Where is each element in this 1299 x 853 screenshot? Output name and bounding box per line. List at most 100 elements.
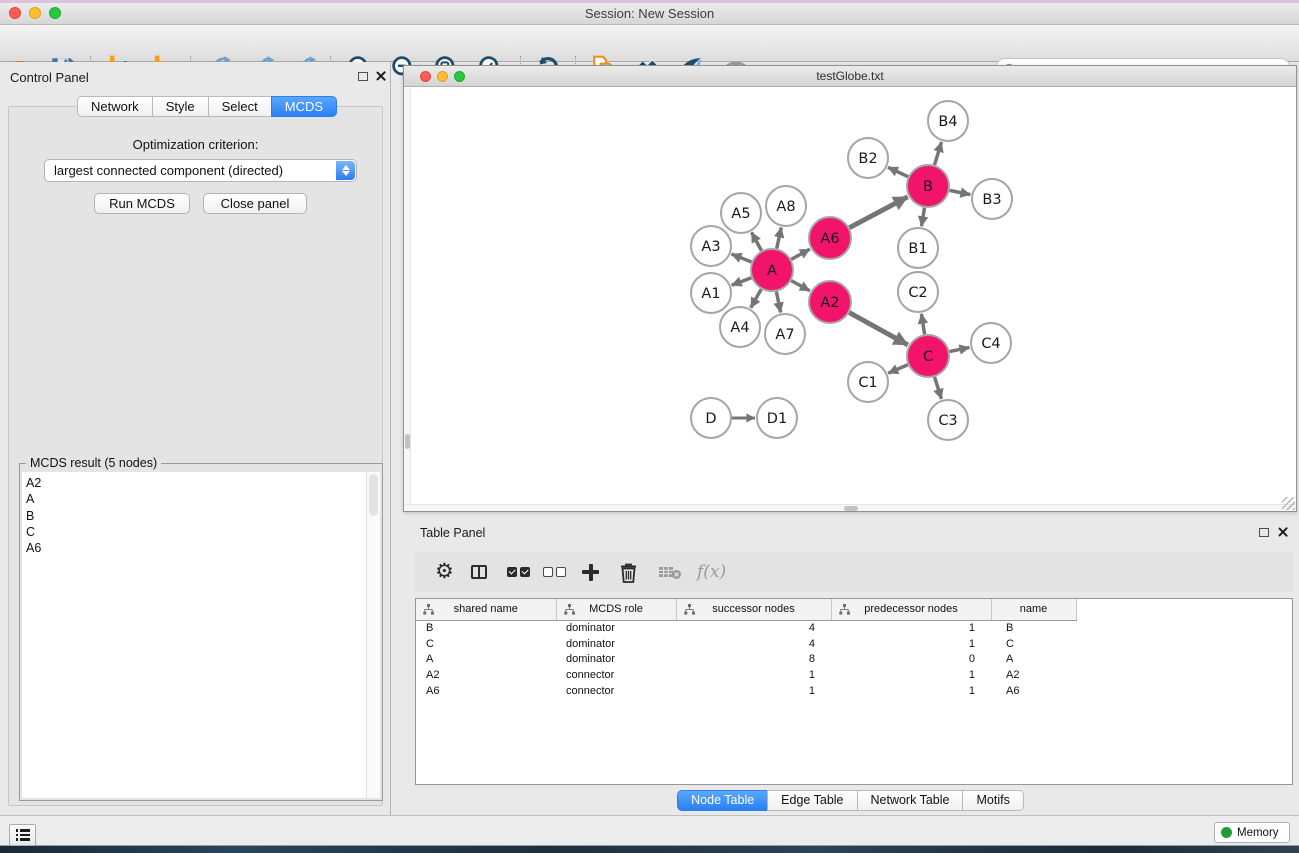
tab-node-table[interactable]: Node Table (677, 790, 768, 811)
column-header-mcds-role[interactable]: MCDS role (556, 599, 676, 620)
cell-name[interactable]: A6 (991, 683, 1076, 699)
cell-name[interactable]: A (991, 652, 1076, 668)
mcds-result-list[interactable]: A2ABCA6 (22, 472, 366, 798)
cell-predecessor-nodes[interactable]: 1 (831, 683, 991, 699)
result-scrollbar[interactable] (366, 472, 380, 798)
edge-A2-C[interactable] (849, 313, 908, 345)
cell-shared-name[interactable]: B (416, 620, 556, 636)
show-column-icon[interactable] (471, 560, 487, 584)
edge-B-B1[interactable] (922, 208, 925, 227)
close-window-button[interactable] (9, 7, 21, 19)
table-row[interactable]: A2connector11A2 (416, 667, 1293, 683)
network-view-window[interactable]: testGlobe.txt B4B2BB3A5A8A6A3B1AA1C2A2A4… (403, 65, 1297, 512)
edge-C-C1[interactable] (888, 365, 908, 374)
result-item[interactable]: A6 (26, 540, 366, 556)
minimize-window-button[interactable] (29, 7, 41, 19)
cell-name[interactable]: A2 (991, 667, 1076, 683)
result-item[interactable]: A (26, 491, 366, 507)
tab-style[interactable]: Style (152, 96, 209, 117)
table-row[interactable]: Bdominator41B (416, 620, 1293, 636)
edge-C-C3[interactable] (935, 377, 942, 399)
column-header-predecessor-nodes[interactable]: predecessor nodes (831, 599, 991, 620)
result-item[interactable]: A2 (26, 475, 366, 491)
result-item[interactable]: C (26, 524, 366, 540)
edge-C-C4[interactable] (950, 347, 970, 351)
table-header-row[interactable]: shared nameMCDS rolesuccessor nodesprede… (416, 599, 1293, 620)
scrollbar-thumb[interactable] (369, 474, 378, 516)
attribute-table[interactable]: shared nameMCDS rolesuccessor nodesprede… (416, 599, 1293, 699)
cell-successor-nodes[interactable]: 4 (676, 636, 831, 652)
edge-A-A2[interactable] (791, 281, 810, 291)
edge-C-C2[interactable] (921, 314, 924, 335)
cell-mcds-role[interactable]: dominator (556, 636, 676, 652)
close-panel-icon[interactable] (376, 71, 386, 81)
tab-select[interactable]: Select (208, 96, 272, 117)
network-window-titlebar[interactable]: testGlobe.txt (404, 66, 1296, 87)
delete-column-trash-icon[interactable] (619, 560, 638, 584)
cell-mcds-role[interactable]: dominator (556, 620, 676, 636)
scrollbar-thumb[interactable] (405, 434, 410, 449)
edge-A6-B[interactable] (849, 197, 907, 228)
delete-table-icon[interactable] (658, 560, 682, 584)
cell-shared-name[interactable]: A2 (416, 667, 556, 683)
tab-network-table[interactable]: Network Table (857, 790, 964, 811)
table-row[interactable]: Cdominator41C (416, 636, 1293, 652)
zoom-window-button[interactable] (49, 7, 61, 19)
cell-successor-nodes[interactable]: 1 (676, 683, 831, 699)
edge-B-B2[interactable] (888, 167, 908, 176)
cell-mcds-role[interactable]: connector (556, 683, 676, 699)
network-graph[interactable]: B4B2BB3A5A8A6A3B1AA1C2A2A4A7C4CC1C3DD1 (404, 87, 1296, 504)
edge-A-A1[interactable] (732, 278, 752, 285)
close-panel-icon[interactable] (1278, 527, 1288, 537)
edge-A-A6[interactable] (791, 249, 810, 259)
edge-A-A3[interactable] (731, 254, 751, 262)
network-horizontal-scrollbar[interactable] (404, 504, 1296, 511)
run-mcds-button[interactable]: Run MCDS (94, 193, 190, 214)
tab-motifs[interactable]: Motifs (962, 790, 1023, 811)
cell-predecessor-nodes[interactable]: 0 (831, 652, 991, 668)
scrollbar-thumb[interactable] (844, 506, 858, 511)
edge-A-A4[interactable] (751, 289, 761, 308)
float-panel-icon[interactable] (358, 72, 368, 81)
result-item[interactable]: B (26, 508, 366, 524)
minimize-network-button[interactable] (437, 71, 448, 82)
resize-grip[interactable] (1282, 497, 1295, 510)
memory-button[interactable]: Memory (1214, 822, 1290, 843)
column-header-successor-nodes[interactable]: successor nodes (676, 599, 831, 620)
task-history-button[interactable] (9, 824, 36, 846)
column-header-shared-name[interactable]: shared name (416, 599, 556, 620)
cell-mcds-role[interactable]: dominator (556, 652, 676, 668)
cell-successor-nodes[interactable]: 1 (676, 667, 831, 683)
create-column-plus-icon[interactable] (582, 560, 599, 584)
edge-A-A8[interactable] (777, 227, 782, 248)
table-options-gear-icon[interactable]: ⚙ (435, 560, 454, 584)
select-all-columns-icon[interactable] (507, 560, 533, 584)
cell-name[interactable]: B (991, 620, 1076, 636)
table-row[interactable]: A6connector11A6 (416, 683, 1293, 699)
unselect-all-columns-icon[interactable] (543, 560, 569, 584)
cell-mcds-role[interactable]: connector (556, 667, 676, 683)
edge-B-B4[interactable] (934, 142, 941, 165)
close-panel-button[interactable]: Close panel (203, 193, 307, 214)
float-panel-icon[interactable] (1259, 528, 1269, 537)
tab-network[interactable]: Network (77, 96, 153, 117)
network-vertical-scrollbar[interactable] (404, 87, 411, 511)
cell-successor-nodes[interactable]: 8 (676, 652, 831, 668)
table-row[interactable]: Adominator80A (416, 652, 1293, 668)
node-table[interactable]: shared nameMCDS rolesuccessor nodesprede… (415, 598, 1293, 785)
table-body[interactable]: Bdominator41BCdominator41CAdominator80AA… (416, 620, 1293, 699)
cell-shared-name[interactable]: A (416, 652, 556, 668)
cell-shared-name[interactable]: C (416, 636, 556, 652)
edge-A-A5[interactable] (752, 232, 762, 250)
cell-name[interactable]: C (991, 636, 1076, 652)
cell-shared-name[interactable]: A6 (416, 683, 556, 699)
zoom-network-button[interactable] (454, 71, 465, 82)
app-titlebar[interactable]: Session: New Session (0, 3, 1299, 25)
tab-edge-table[interactable]: Edge Table (767, 790, 857, 811)
function-builder-icon[interactable]: f(x) (697, 560, 726, 584)
close-network-button[interactable] (420, 71, 431, 82)
cell-predecessor-nodes[interactable]: 1 (831, 620, 991, 636)
optimization-criterion-select[interactable]: largest connected component (directed) (44, 159, 357, 182)
column-header-name[interactable]: name (991, 599, 1076, 620)
cell-predecessor-nodes[interactable]: 1 (831, 636, 991, 652)
